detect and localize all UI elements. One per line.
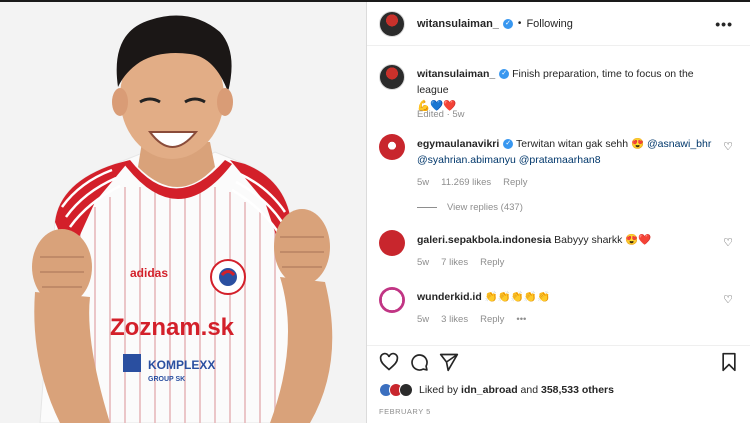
comment-likes[interactable]: 7 likes bbox=[441, 257, 468, 268]
following-button[interactable]: Following bbox=[526, 18, 572, 30]
jersey-sponsor-text: Zoznam.sk bbox=[110, 314, 235, 341]
post-date: FEBRUARY 5 bbox=[379, 407, 431, 416]
liked-by-and: and bbox=[520, 384, 539, 396]
view-replies-button[interactable]: View replies (437) bbox=[417, 202, 523, 213]
mention-link[interactable]: @syahrian.abimanyu bbox=[417, 154, 516, 166]
verified-icon: ✓ bbox=[503, 139, 514, 150]
view-replies-label: View replies (437) bbox=[447, 202, 523, 213]
mention-link[interactable]: @pratamaarhan8 bbox=[519, 154, 601, 166]
comment-text-block: egymaulanavikri ✓ Terwitan witan gak sehh… bbox=[417, 136, 725, 168]
comments-section: witansulaiman_ ✓ Finish preparation, time… bbox=[367, 47, 750, 347]
like-comment-icon[interactable]: ♡ bbox=[723, 293, 733, 306]
comment-text-block: wunderkid.id 👏👏👏👏👏 bbox=[417, 289, 725, 305]
reply-button[interactable]: Reply bbox=[480, 314, 504, 325]
reply-button[interactable]: Reply bbox=[480, 257, 504, 268]
likes-summary: Liked by idn_abroad and 358,533 others bbox=[379, 383, 614, 397]
more-options-icon[interactable]: ••• bbox=[715, 16, 733, 32]
comment-time: 5w bbox=[417, 177, 430, 188]
mention-link[interactable]: @asnawi_bhr bbox=[647, 138, 711, 150]
reply-button[interactable]: Reply bbox=[503, 177, 527, 188]
commenter-avatar[interactable] bbox=[379, 287, 405, 313]
share-icon[interactable] bbox=[439, 352, 459, 372]
jersey-brand-text: adidas bbox=[130, 266, 168, 280]
comment-time: 5w bbox=[417, 314, 430, 325]
liked-by-text: Liked by idn_abroad and 358,533 others bbox=[419, 384, 614, 396]
comment-time: 5w bbox=[417, 257, 430, 268]
comment-meta: 5w 11.269 likes Reply bbox=[417, 177, 539, 188]
commenter-username[interactable]: egymaulanavikri bbox=[417, 138, 499, 150]
commenter-avatar[interactable] bbox=[379, 230, 405, 256]
player-photo-illustration: adidas Zoznam.sk KOMPLEXX GROUP SK bbox=[32, 15, 333, 423]
separator-dot: • bbox=[517, 18, 522, 29]
post-header: witansulaiman_ ✓ • Following ••• bbox=[367, 2, 750, 46]
jersey-sponsor2-sub: GROUP SK bbox=[148, 376, 185, 383]
caption-text-block: witansulaiman_ ✓ Finish preparation, time… bbox=[417, 66, 725, 114]
liker-avatar[interactable] bbox=[399, 383, 413, 397]
liked-by-user[interactable]: idn_abroad bbox=[461, 384, 518, 396]
comment-more-icon[interactable]: ••• bbox=[516, 314, 526, 325]
commenter-username[interactable]: galeri.sepakbola.indonesia bbox=[417, 234, 551, 246]
liked-by-prefix: Liked by bbox=[419, 384, 459, 396]
post-photo[interactable]: adidas Zoznam.sk KOMPLEXX GROUP SK bbox=[0, 2, 366, 423]
liked-by-others[interactable]: 358,533 others bbox=[541, 384, 614, 396]
verified-icon: ✓ bbox=[502, 18, 513, 29]
comment-text-block: galeri.sepakbola.indonesia Babyyy sharkk… bbox=[417, 232, 725, 248]
verified-icon: ✓ bbox=[499, 69, 510, 80]
author-avatar[interactable] bbox=[379, 10, 405, 37]
comment-meta: 5w 7 likes Reply bbox=[417, 257, 516, 268]
view-replies-line bbox=[417, 206, 437, 208]
instagram-post-view: adidas Zoznam.sk KOMPLEXX GROUP SK witan… bbox=[0, 0, 750, 423]
post-side-panel: witansulaiman_ ✓ • Following ••• witansu… bbox=[366, 2, 750, 423]
like-comment-icon[interactable]: ♡ bbox=[723, 236, 733, 249]
comment-meta: 5w 3 likes Reply ••• bbox=[417, 314, 538, 325]
post-actions: Liked by idn_abroad and 358,533 others F… bbox=[367, 345, 750, 423]
save-bookmark-icon[interactable] bbox=[719, 352, 739, 372]
jersey-sponsor2-text: KOMPLEXX bbox=[148, 358, 215, 372]
like-comment-icon[interactable]: ♡ bbox=[723, 140, 733, 153]
comment-likes[interactable]: 3 likes bbox=[441, 314, 468, 325]
comment-icon[interactable] bbox=[409, 352, 429, 372]
caption-author-username[interactable]: witansulaiman_ bbox=[417, 68, 495, 80]
commenter-username[interactable]: wunderkid.id bbox=[417, 291, 482, 303]
comment-text: Babyyy sharkk 😍❤️ bbox=[554, 234, 652, 246]
caption-edited: Edited · 5w bbox=[417, 109, 465, 120]
caption-author-avatar[interactable] bbox=[379, 64, 405, 90]
author-username[interactable]: witansulaiman_ bbox=[417, 18, 499, 30]
comment-text: Terwitan witan gak sehh 😍 bbox=[516, 138, 647, 150]
comment-text: 👏👏👏👏👏 bbox=[484, 291, 551, 303]
comment-likes[interactable]: 11.269 likes bbox=[441, 177, 491, 188]
like-heart-icon[interactable] bbox=[379, 352, 399, 372]
commenter-avatar[interactable] bbox=[379, 134, 405, 160]
